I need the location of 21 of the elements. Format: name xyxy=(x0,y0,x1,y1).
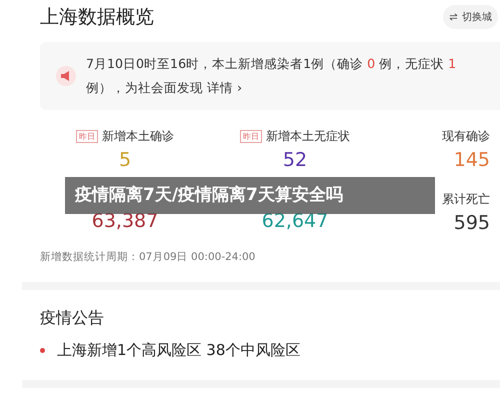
swap-icon xyxy=(449,13,458,21)
details-link[interactable]: 详情 › xyxy=(207,80,242,95)
stat-value: 595 xyxy=(454,212,490,234)
bullet-icon xyxy=(40,348,45,353)
stat-label: 现有确诊 xyxy=(442,128,490,145)
stat-label: 累计死亡 xyxy=(442,191,490,208)
tag: 昨日 xyxy=(76,130,98,143)
stat-value: 5 xyxy=(118,149,132,171)
notice-text: 7月10日0时至16时，本土新增感染者1例（确诊 0 例，无症状 1 例），为社会面发现 详情 › xyxy=(86,55,458,97)
stat-value: 145 xyxy=(454,149,490,171)
megaphone-icon xyxy=(56,66,76,86)
stat-label: 新增本土无症状 xyxy=(266,128,350,145)
stat-label: 新增本土确诊 xyxy=(102,128,174,145)
statistics-period: 新增数据统计周期：07月09日 00:00-24:00 xyxy=(40,250,256,264)
stat-value: 52 xyxy=(282,149,308,171)
announcement-item[interactable]: 上海新增1个高风险区 38个中风险区 xyxy=(57,341,300,360)
tag: 昨日 xyxy=(240,130,262,143)
section-title: 上海数据概览 xyxy=(40,5,154,30)
announcement-title: 疫情公告 xyxy=(40,308,105,329)
overlay-banner: 疫情隔离7天/疫情隔离7天算安全吗 xyxy=(65,177,435,214)
switch-city-button[interactable]: 切换城 xyxy=(443,5,498,29)
